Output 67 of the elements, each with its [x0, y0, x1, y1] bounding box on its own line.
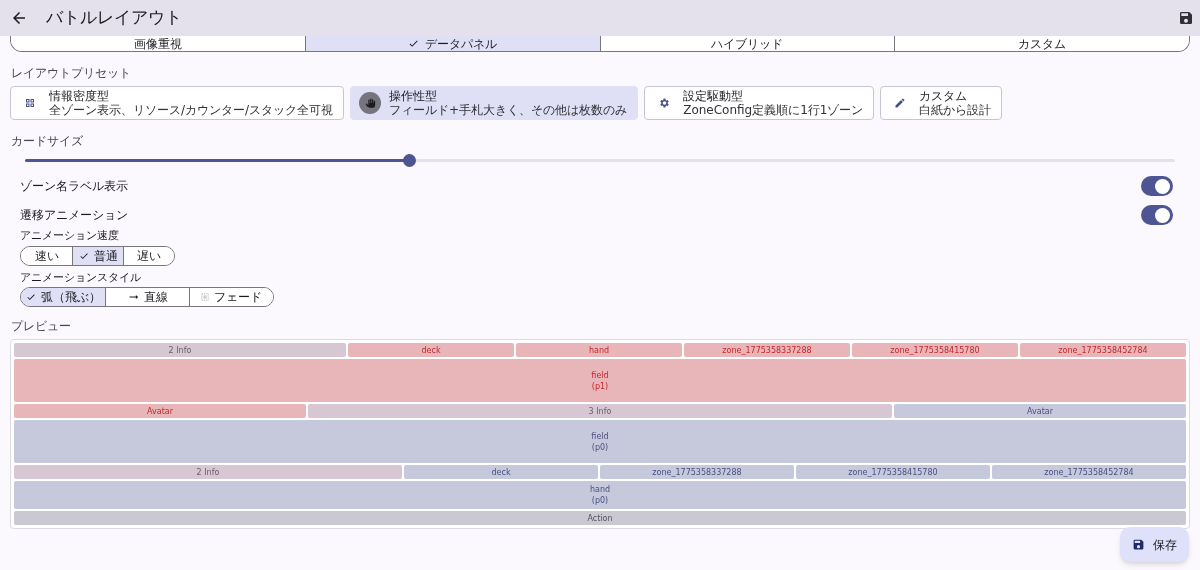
group-label: アニメーションスタイル [20, 271, 142, 285]
segment-option[interactable]: 直線 [105, 288, 189, 306]
preset-description: 全ゾーン表示、リソース/カウンター/スタック全可視 [49, 103, 334, 117]
zone-label: 2 Info [168, 344, 192, 356]
toggle-label: ゾーン名ラベル表示 [20, 178, 129, 195]
segment-option[interactable]: フェード [189, 288, 273, 306]
page-title: バトルレイアウト [46, 6, 182, 30]
preset-chip[interactable]: 操作性型 フィールド+手札大きく、その他は枚数のみ [350, 86, 639, 120]
check-icon [25, 292, 36, 302]
preset-name: 設定駆動型 [683, 89, 745, 103]
preset-chip[interactable]: 設定駆動型 ZoneConfig定義順に1行1ゾーン [644, 86, 875, 120]
check-icon [408, 38, 420, 49]
save-button[interactable] [1178, 10, 1194, 26]
segment-option[interactable]: 普通 [72, 247, 123, 265]
toggle-switch[interactable] [1141, 205, 1173, 225]
save-icon [1132, 538, 1145, 551]
section-title: レイアウトプリセット [11, 65, 132, 82]
view-mode-tab[interactable]: ハイブリッド [599, 36, 895, 51]
zone-label: deck [421, 344, 441, 356]
zone-label: hand [588, 344, 610, 356]
preset-chip[interactable]: 情報密度型 全ゾーン表示、リソース/カウンター/スタック全可視 [10, 86, 345, 120]
toggle-label: 遷移アニメーション [20, 207, 129, 224]
hand-icon [363, 96, 377, 110]
zone-label: field [591, 369, 609, 381]
fade-icon [201, 293, 209, 301]
zone-label: (p0) [591, 441, 609, 453]
zone-label: zone_1775358452784 [1058, 344, 1148, 356]
group-label: アニメーション速度 [20, 229, 120, 243]
zone-label: zone_1775358415780 [848, 466, 938, 478]
zone-label: zone_1775358337288 [652, 466, 742, 478]
view-mode-tab[interactable]: 画像重視 [11, 36, 305, 51]
pencil-icon [894, 97, 907, 109]
zone-label: zone_1775358452784 [1044, 466, 1134, 478]
zone-label: (p0) [591, 495, 609, 506]
preset-chip[interactable]: カスタム 白紙から設計 [880, 86, 1003, 120]
preset-description: フィールド+手札大きく、その他は枚数のみ [389, 103, 628, 117]
view-mode-tab[interactable]: データパネル [304, 36, 600, 51]
zone-label: 2 Info [196, 466, 220, 478]
save-icon [1178, 10, 1194, 26]
zone-label: zone_1775358415780 [890, 344, 980, 356]
zone-label: (p1) [591, 380, 609, 392]
segment-option[interactable]: 遅い [123, 247, 174, 265]
section-title: カードサイズ [11, 133, 84, 150]
slider-thumb[interactable] [403, 154, 417, 167]
preset-name: カスタム [919, 89, 969, 103]
arrow-icon [127, 293, 139, 301]
zone-label: zone_1775358337288 [722, 344, 812, 356]
segment-option[interactable]: 速い [21, 247, 72, 265]
preset-name: 情報密度型 [49, 89, 110, 103]
section-title: プレビュー [11, 318, 72, 335]
preset-description: ZoneConfig定義順に1行1ゾーン [683, 103, 864, 117]
grid-icon [24, 97, 36, 109]
toggle-switch[interactable] [1141, 176, 1173, 196]
zone-label: Avatar [1027, 405, 1053, 417]
preset-description: 白紙から設計 [919, 103, 992, 117]
zone-label: 3 Info [588, 405, 612, 417]
gear-icon [658, 97, 671, 109]
zone-label: Avatar [147, 405, 173, 417]
view-mode-tab[interactable]: カスタム [894, 36, 1189, 51]
zone-label: Action [587, 512, 613, 524]
segment-option[interactable]: 弧（飛ぶ） [21, 288, 105, 306]
zone-label: field [591, 430, 609, 442]
save-button[interactable]: 保存 [1120, 527, 1189, 562]
preset-name: 操作性型 [389, 89, 439, 103]
zone-label: hand [589, 484, 611, 495]
zone-label: deck [491, 466, 511, 478]
check-icon [78, 251, 89, 261]
